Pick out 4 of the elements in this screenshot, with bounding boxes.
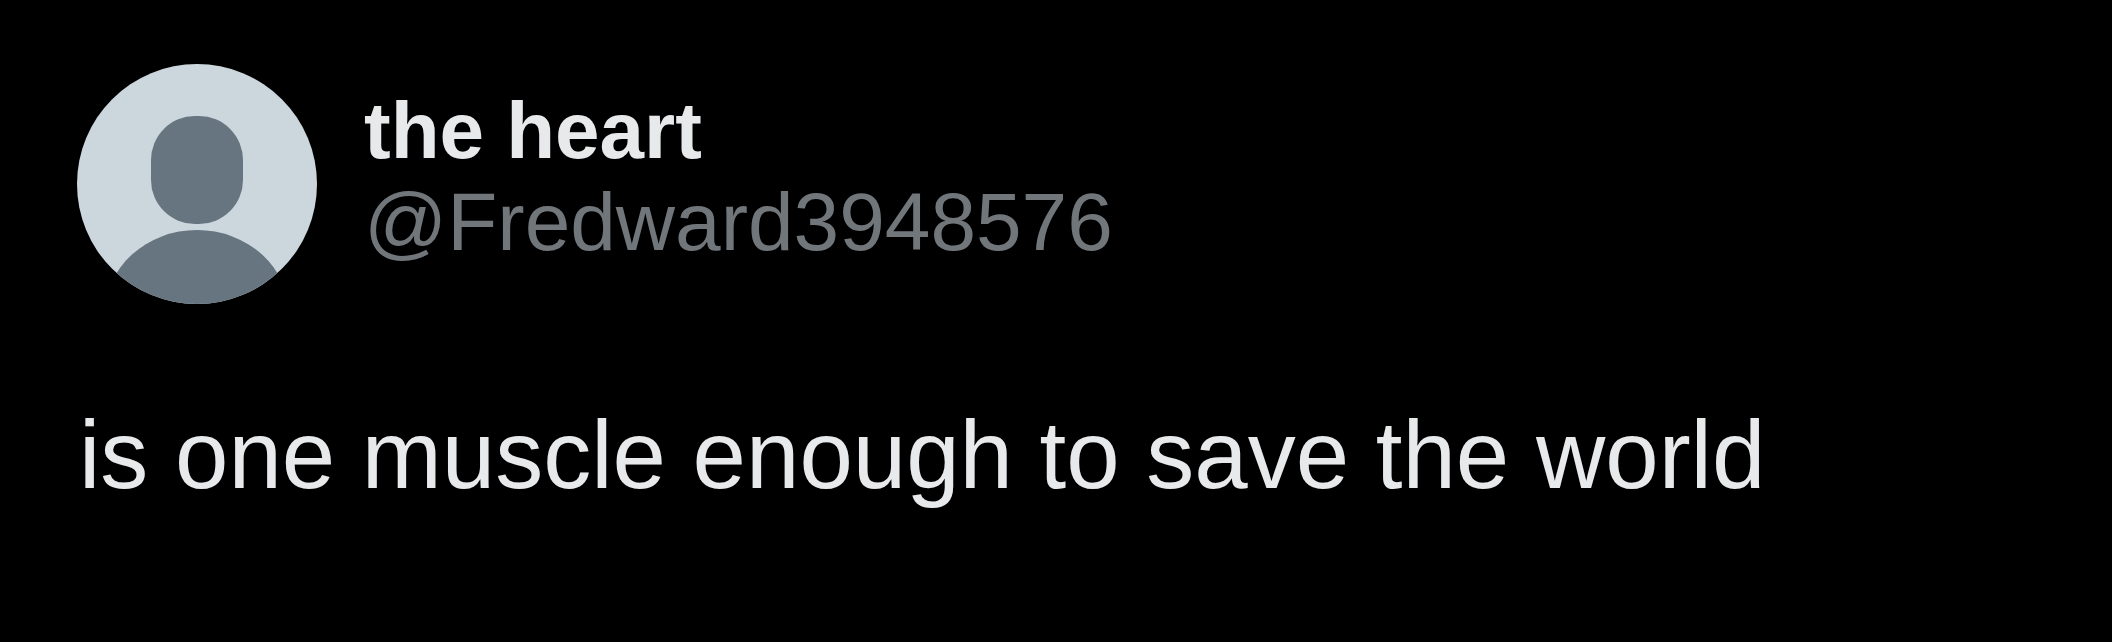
avatar-icon[interactable] — [77, 64, 317, 304]
user-handle[interactable]: @Fredward3948576 — [364, 178, 1113, 266]
display-name[interactable]: the heart — [364, 88, 1113, 173]
post-text: is one muscle enough to save the world — [79, 402, 1767, 508]
